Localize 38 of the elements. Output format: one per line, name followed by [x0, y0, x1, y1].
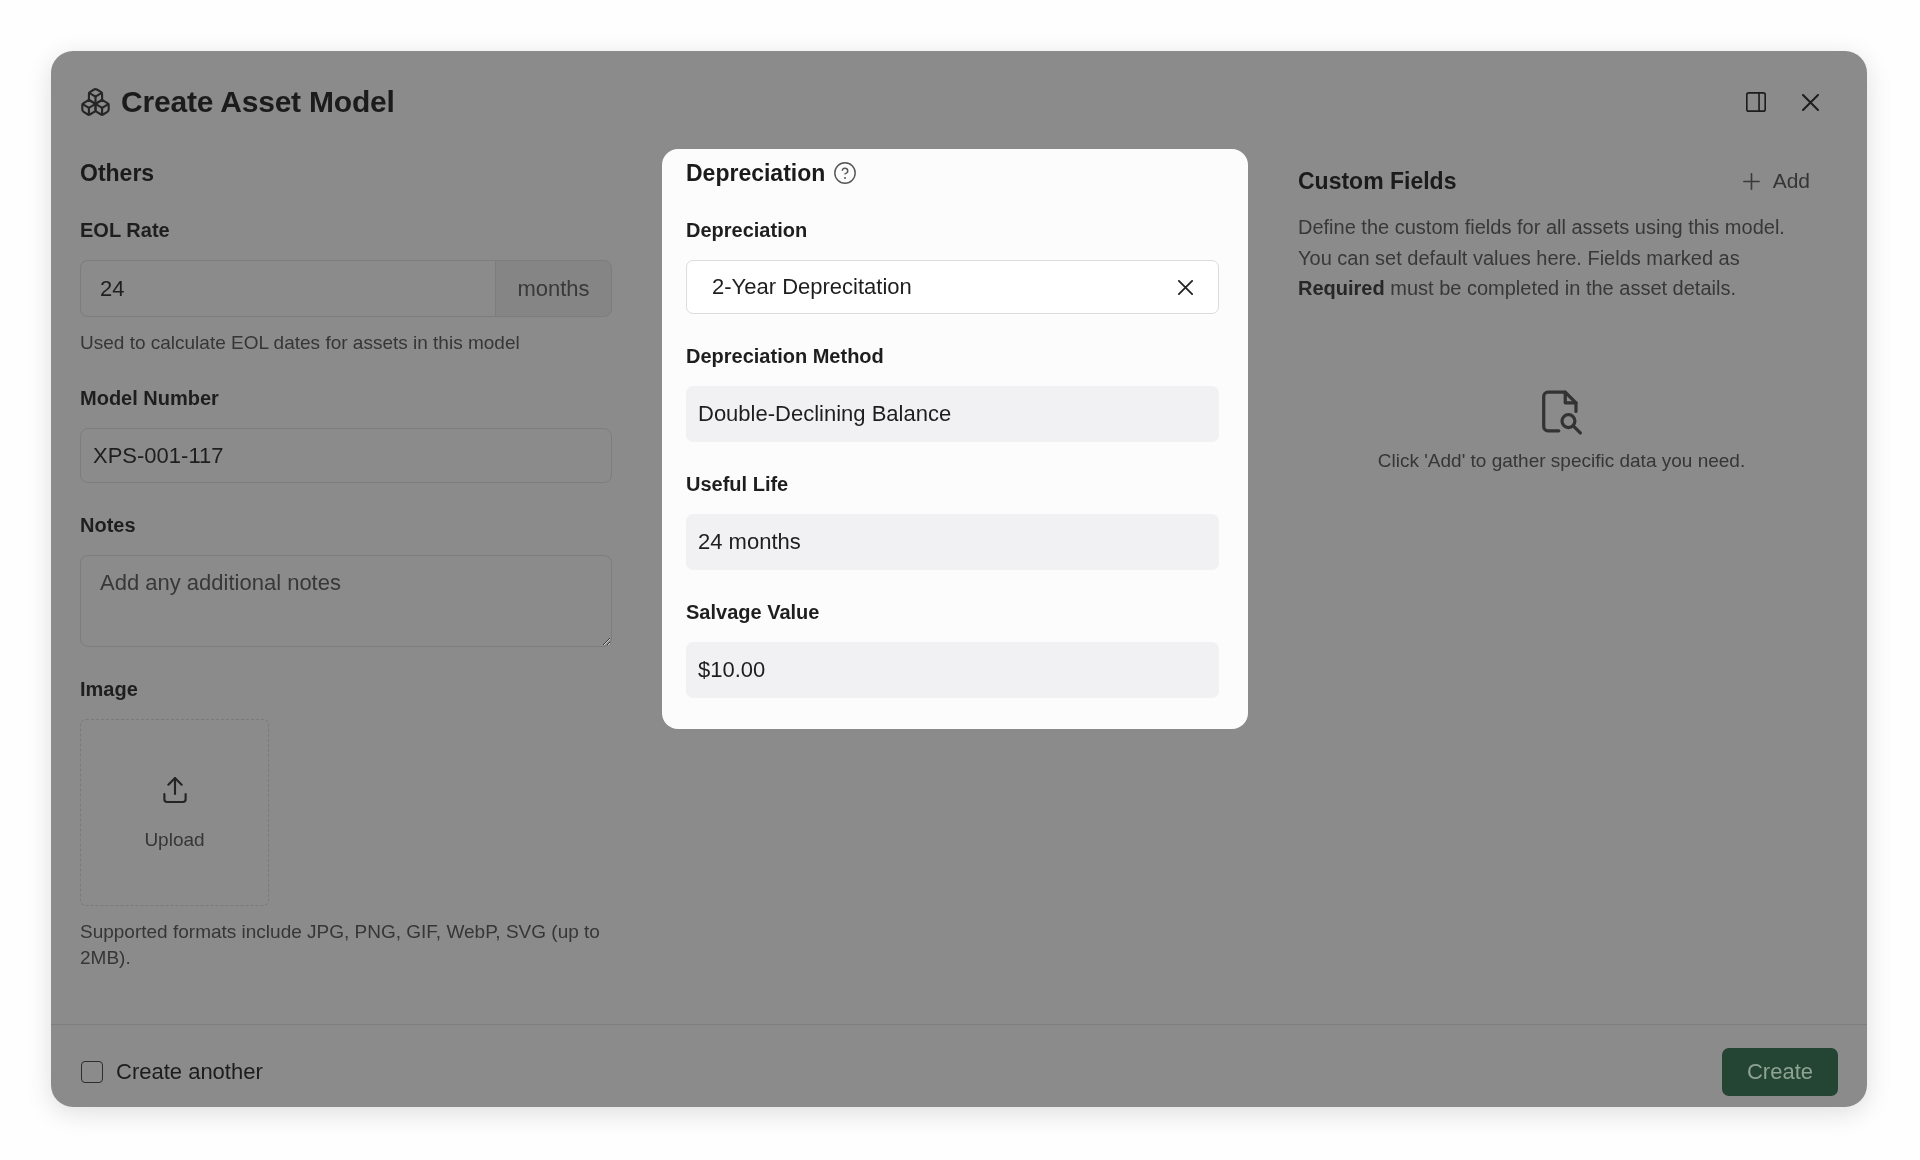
field-label: Notes: [80, 513, 137, 538]
notes-textarea[interactable]: Add any additional notes: [80, 555, 612, 647]
create-button[interactable]: Create: [1722, 1048, 1838, 1096]
file-search-icon: [1541, 389, 1582, 435]
field-label: Depreciation Method: [686, 344, 885, 369]
field-label: Depreciation: [686, 218, 809, 243]
add-button[interactable]: Add: [1742, 169, 1810, 193]
field-label: EOL Rate: [80, 218, 171, 243]
checkbox[interactable]: [81, 1061, 103, 1083]
help-icon[interactable]: [834, 162, 857, 184]
field-label: Salvage Value: [686, 600, 821, 625]
section-heading: Custom Fields: [1298, 167, 1457, 196]
clear-icon[interactable]: [1178, 279, 1193, 295]
dialog-title: Create Asset Model: [121, 84, 395, 120]
select-field[interactable]: 2-Year Deprecitation: [686, 260, 1219, 314]
description-text: Define the custom fields for all assets using this model. You can set default values here. Fields marked as Required must be completed in the asset details.: [1298, 215, 1786, 301]
upload-icon: [161, 777, 188, 803]
close-icon[interactable]: [1802, 93, 1819, 111]
field-label: Model Number: [80, 386, 220, 411]
number-input[interactable]: 24: [80, 260, 495, 317]
readonly-field: 24 months: [686, 514, 1219, 570]
section-heading: Others: [80, 159, 156, 188]
cubes-icon: [81, 88, 110, 116]
help-text: Supported formats include JPG, PNG, GIF, WebP, SVG (up to 2MB).: [80, 920, 601, 970]
plus-icon: [1742, 172, 1760, 190]
section-heading: Depreciation: [686, 159, 826, 188]
text-input[interactable]: XPS-001-117: [80, 428, 612, 483]
field-label: Image: [80, 677, 139, 702]
readonly-field: Double-Declining Balance: [686, 386, 1219, 442]
upload-dropzone[interactable]: Upload: [80, 719, 269, 906]
side-panel-icon[interactable]: [1746, 92, 1766, 112]
field-label: Useful Life: [686, 472, 790, 497]
readonly-field: $10.00: [686, 642, 1219, 698]
upload-label: Upload: [144, 828, 205, 852]
empty-state-text: Click 'Add' to gather specific data you need.: [1377, 448, 1746, 473]
unit-suffix: months: [495, 260, 612, 317]
checkbox-label[interactable]: Create another: [116, 1059, 263, 1085]
help-text: Used to calculate EOL dates for assets in this model: [80, 331, 521, 355]
